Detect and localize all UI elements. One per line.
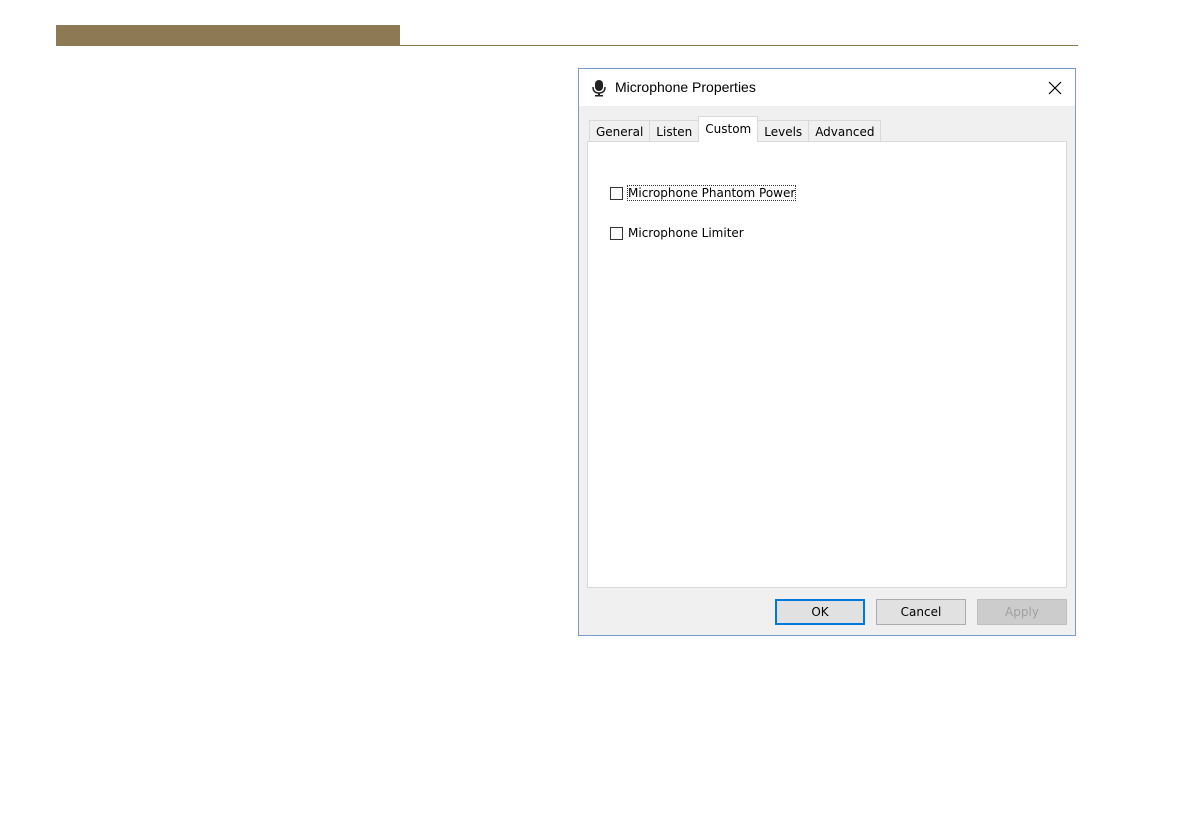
microphone-icon — [591, 79, 607, 97]
limiter-option[interactable]: Microphone Limiter — [610, 226, 744, 240]
phantom-power-checkbox[interactable] — [610, 186, 623, 200]
custom-tab-panel: Microphone Phantom Power Microphone Limi… — [587, 141, 1067, 588]
tab-levels[interactable]: Levels — [757, 120, 810, 142]
cancel-button[interactable]: Cancel — [876, 599, 966, 625]
tab-strip: General Listen Custom Levels Advanced — [589, 116, 882, 142]
window-title: Microphone Properties — [615, 79, 756, 95]
close-icon — [1048, 81, 1062, 94]
tab-listen[interactable]: Listen — [649, 120, 700, 142]
limiter-checkbox[interactable] — [610, 226, 623, 240]
title-bar[interactable]: Microphone Properties — [579, 69, 1075, 106]
phantom-power-option[interactable]: Microphone Phantom Power — [610, 185, 797, 201]
ok-button[interactable]: OK — [775, 599, 865, 625]
close-button[interactable] — [1035, 69, 1075, 106]
tab-general[interactable]: General — [589, 120, 651, 142]
microphone-properties-dialog: Microphone Properties General Listen Cus… — [578, 68, 1076, 636]
document-header-bar — [56, 25, 400, 45]
tab-advanced[interactable]: Advanced — [808, 120, 882, 142]
apply-button[interactable]: Apply — [977, 599, 1067, 625]
limiter-label[interactable]: Microphone Limiter — [628, 226, 744, 240]
phantom-power-label[interactable]: Microphone Phantom Power — [626, 185, 797, 201]
document-header-rule — [56, 45, 1078, 46]
tab-custom[interactable]: Custom — [698, 116, 759, 142]
